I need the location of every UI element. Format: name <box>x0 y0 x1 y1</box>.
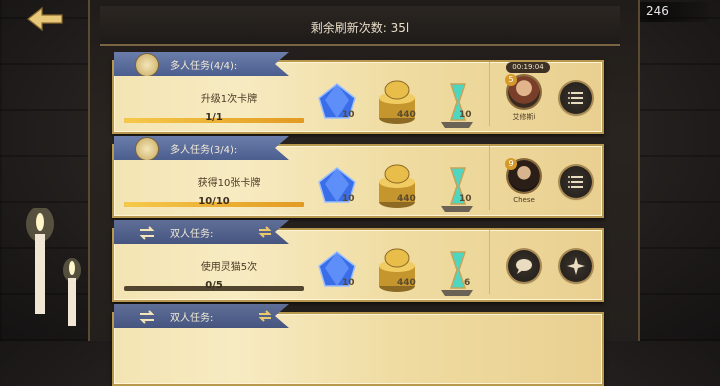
player-slot: 00:19:04 5 艾修斯i <box>494 62 604 132</box>
swap-arrows-icon[interactable] <box>257 224 273 240</box>
task-header: 剩余刷新次数: 35l <box>100 6 620 46</box>
swap-arrows-icon[interactable] <box>257 308 273 324</box>
gem-count: 246 <box>646 4 669 18</box>
back-arrow-icon[interactable] <box>26 6 64 32</box>
ribbon-label: 双人任务: <box>170 313 214 324</box>
progress-text: 1/1 <box>205 112 223 123</box>
multi-player-icon <box>136 138 158 160</box>
card-divider <box>489 62 490 126</box>
chat-bubble-icon[interactable] <box>508 250 540 282</box>
task-description: 获得10张卡牌 <box>197 178 261 189</box>
progress-text: 0/5 <box>205 280 223 291</box>
card-divider <box>489 230 490 294</box>
list-menu-icon[interactable] <box>560 166 592 198</box>
multi-player-icon <box>136 54 158 76</box>
player-name: Chese <box>513 196 535 204</box>
swap-arrows-icon <box>139 226 155 240</box>
task-ribbon: 双人任务: <box>114 304 289 328</box>
ribbon-label: 双人任务: <box>170 229 214 240</box>
player-level-badge: 9 <box>505 158 517 170</box>
task-card: 双人任务: 使用灵猫5次 0/5 10 440 6 <box>104 220 604 302</box>
player-name: 艾修斯i <box>512 113 536 121</box>
task-card: 多人任务(3/4): 获得10张卡牌 10/10 10 440 10 9 Che… <box>104 136 604 218</box>
task-timer: 00:19:04 <box>506 62 550 73</box>
task-ribbon: 双人任务: <box>114 220 289 244</box>
swap-arrows-icon <box>139 310 155 324</box>
task-card: 多人任务(4/4): 升级1次卡牌 1/1 10 440 10 00:19:04… <box>104 52 604 134</box>
player-slot <box>494 230 604 300</box>
progress-text: 10/10 <box>198 196 230 207</box>
task-ribbon: 多人任务(4/4): <box>114 52 289 76</box>
ribbon-label: 多人任务(3/4): <box>170 145 238 156</box>
player-slot: 9 Chese <box>494 146 604 216</box>
ribbon-label: 多人任务(4/4): <box>170 61 238 72</box>
refresh-count-label: 剩余刷新次数: 35l <box>310 21 410 35</box>
task-ribbon: 多人任务(3/4): <box>114 136 289 160</box>
invite-star-icon[interactable] <box>560 250 592 282</box>
task-description: 升级1次卡牌 <box>200 94 258 105</box>
task-description: 使用灵猫5次 <box>200 262 258 273</box>
player-level-badge: 5 <box>505 74 517 86</box>
list-menu-icon[interactable] <box>560 82 592 114</box>
task-card: 双人任务: <box>104 304 604 386</box>
card-divider <box>489 146 490 210</box>
candle-left <box>26 208 54 314</box>
candle-right <box>63 258 81 326</box>
